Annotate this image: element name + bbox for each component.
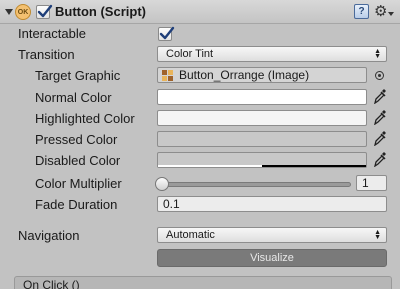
interactable-label: Interactable (18, 26, 86, 41)
dropdown-arrows-icon: ▲ ▼ (374, 229, 381, 241)
transition-value: Color Tint (166, 48, 214, 60)
interactable-checkbox[interactable] (158, 26, 175, 41)
color-multiplier-slider-thumb[interactable] (155, 177, 169, 191)
visualize-button[interactable]: Visualize (157, 249, 387, 267)
eyedropper-icon[interactable] (373, 88, 387, 104)
pressed-color-label: Pressed Color (35, 132, 118, 147)
eyedropper-icon[interactable] (373, 130, 387, 146)
gear-icon[interactable]: ⚙ (374, 2, 387, 20)
target-graphic-field[interactable]: Button_Orrange (Image) (157, 67, 367, 83)
disabled-color-label: Disabled Color (35, 153, 121, 168)
gear-dropdown-caret-icon[interactable] (388, 12, 394, 16)
transition-label: Transition (18, 47, 75, 62)
dropdown-arrows-icon: ▲ ▼ (374, 48, 381, 60)
color-multiplier-label: Color Multiplier (35, 176, 122, 191)
on-click-event-header: On Click () (14, 276, 392, 289)
eyedropper-icon[interactable] (373, 109, 387, 125)
target-graphic-value: Button_Orrange (Image) (179, 68, 310, 82)
color-multiplier-value: 1 (362, 176, 369, 190)
disabled-color-swatch[interactable] (157, 152, 367, 168)
help-icon[interactable]: ? (354, 4, 369, 19)
highlighted-color-swatch[interactable] (157, 110, 367, 126)
fade-duration-input[interactable]: 0.1 (157, 196, 387, 212)
alpha-bar-transparent (262, 165, 366, 167)
color-multiplier-slider-track[interactable] (159, 182, 351, 187)
checkmark-icon (159, 26, 175, 40)
navigation-value: Automatic (166, 229, 215, 241)
image-asset-icon (162, 70, 173, 81)
component-enabled-checkbox[interactable] (36, 4, 53, 19)
color-multiplier-input[interactable]: 1 (356, 175, 387, 191)
target-graphic-label: Target Graphic (35, 68, 121, 83)
highlighted-color-label: Highlighted Color (35, 111, 135, 126)
script-icon-text: OK (17, 8, 29, 16)
checkmark-icon (37, 4, 53, 18)
eyedropper-icon[interactable] (373, 151, 387, 167)
component-title: Button (Script) (55, 4, 146, 19)
help-icon-text: ? (358, 6, 365, 17)
fade-duration-value: 0.1 (163, 197, 180, 211)
pressed-color-swatch[interactable] (157, 131, 367, 147)
fade-duration-label: Fade Duration (35, 197, 118, 212)
alpha-bar-opaque (158, 165, 262, 167)
navigation-label: Navigation (18, 228, 80, 243)
script-component-icon: OK (15, 4, 31, 20)
transition-dropdown[interactable]: Color Tint ▲ ▼ (157, 46, 387, 62)
object-picker-icon[interactable] (375, 71, 384, 80)
foldout-arrow-icon[interactable] (5, 9, 13, 15)
navigation-dropdown[interactable]: Automatic ▲ ▼ (157, 227, 387, 243)
normal-color-swatch[interactable] (157, 89, 367, 105)
normal-color-label: Normal Color (35, 90, 112, 105)
